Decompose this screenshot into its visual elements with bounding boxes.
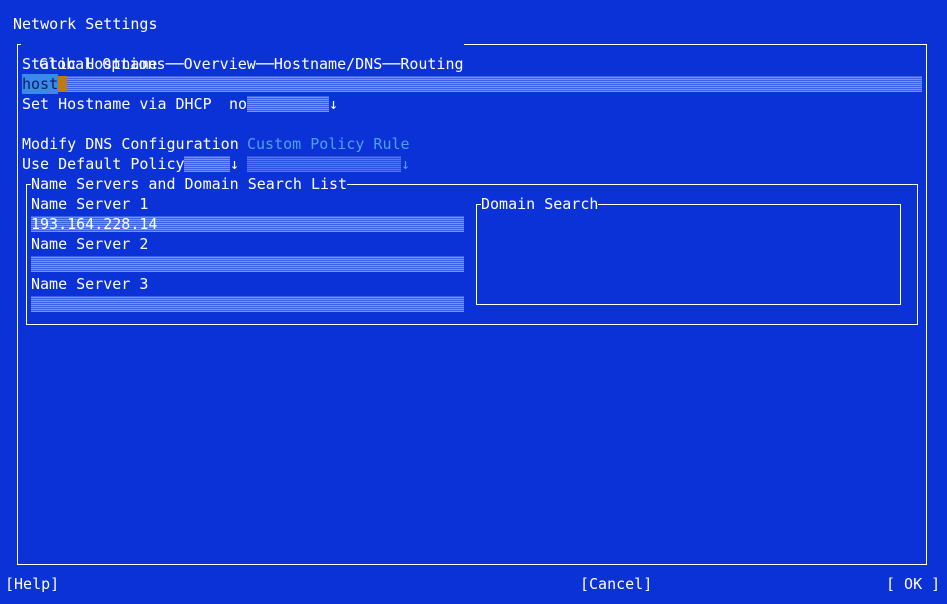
name-server-3-input[interactable] [31,296,464,312]
domain-search-textarea[interactable] [476,204,901,305]
dns-policy-select[interactable] [184,156,230,172]
help-button[interactable]: [Help] [5,574,59,594]
name-server-1-value: 193.164.228.14 [31,215,158,233]
custom-policy-select[interactable] [247,156,401,172]
tab-hostname-dns[interactable]: Hostname/DNS [274,55,382,73]
chevron-down-icon[interactable]: ↓ [329,94,338,114]
chevron-down-icon[interactable]: ↓ [230,154,239,174]
tab-overview[interactable]: Overview [184,55,256,73]
modify-dns-label: Modify DNS Configuration [22,135,239,153]
dns-policy-value: Use Default Policy [22,155,185,173]
text-cursor [58,76,67,92]
custom-policy-label: Custom Policy Rule [247,135,410,153]
name-server-2-input[interactable] [31,256,464,272]
name-server-3-label: Name Server 3 [31,275,149,293]
dhcp-hostname-label: Set Hostname via DHCP [22,95,212,113]
nameservers-frame-title: Name Servers and Domain Search List [31,174,348,194]
domain-search-label: Domain Search [481,194,599,214]
dhcp-hostname-value: no [229,95,248,113]
dhcp-hostname-select[interactable] [247,96,329,112]
window-title: Network Settings [13,15,158,33]
ok-button[interactable]: [ OK ] [886,574,940,594]
name-server-1-label: Name Server 1 [31,195,149,213]
static-hostname-value: host [22,74,59,94]
name-server-2-label: Name Server 2 [31,235,149,253]
cancel-button[interactable]: [Cancel] [580,574,652,594]
tab-routing[interactable]: Routing [400,55,463,73]
chevron-down-icon[interactable]: ↓ [401,154,410,174]
static-hostname-label: Static Hostname [22,55,158,73]
static-hostname-input[interactable] [22,76,922,92]
